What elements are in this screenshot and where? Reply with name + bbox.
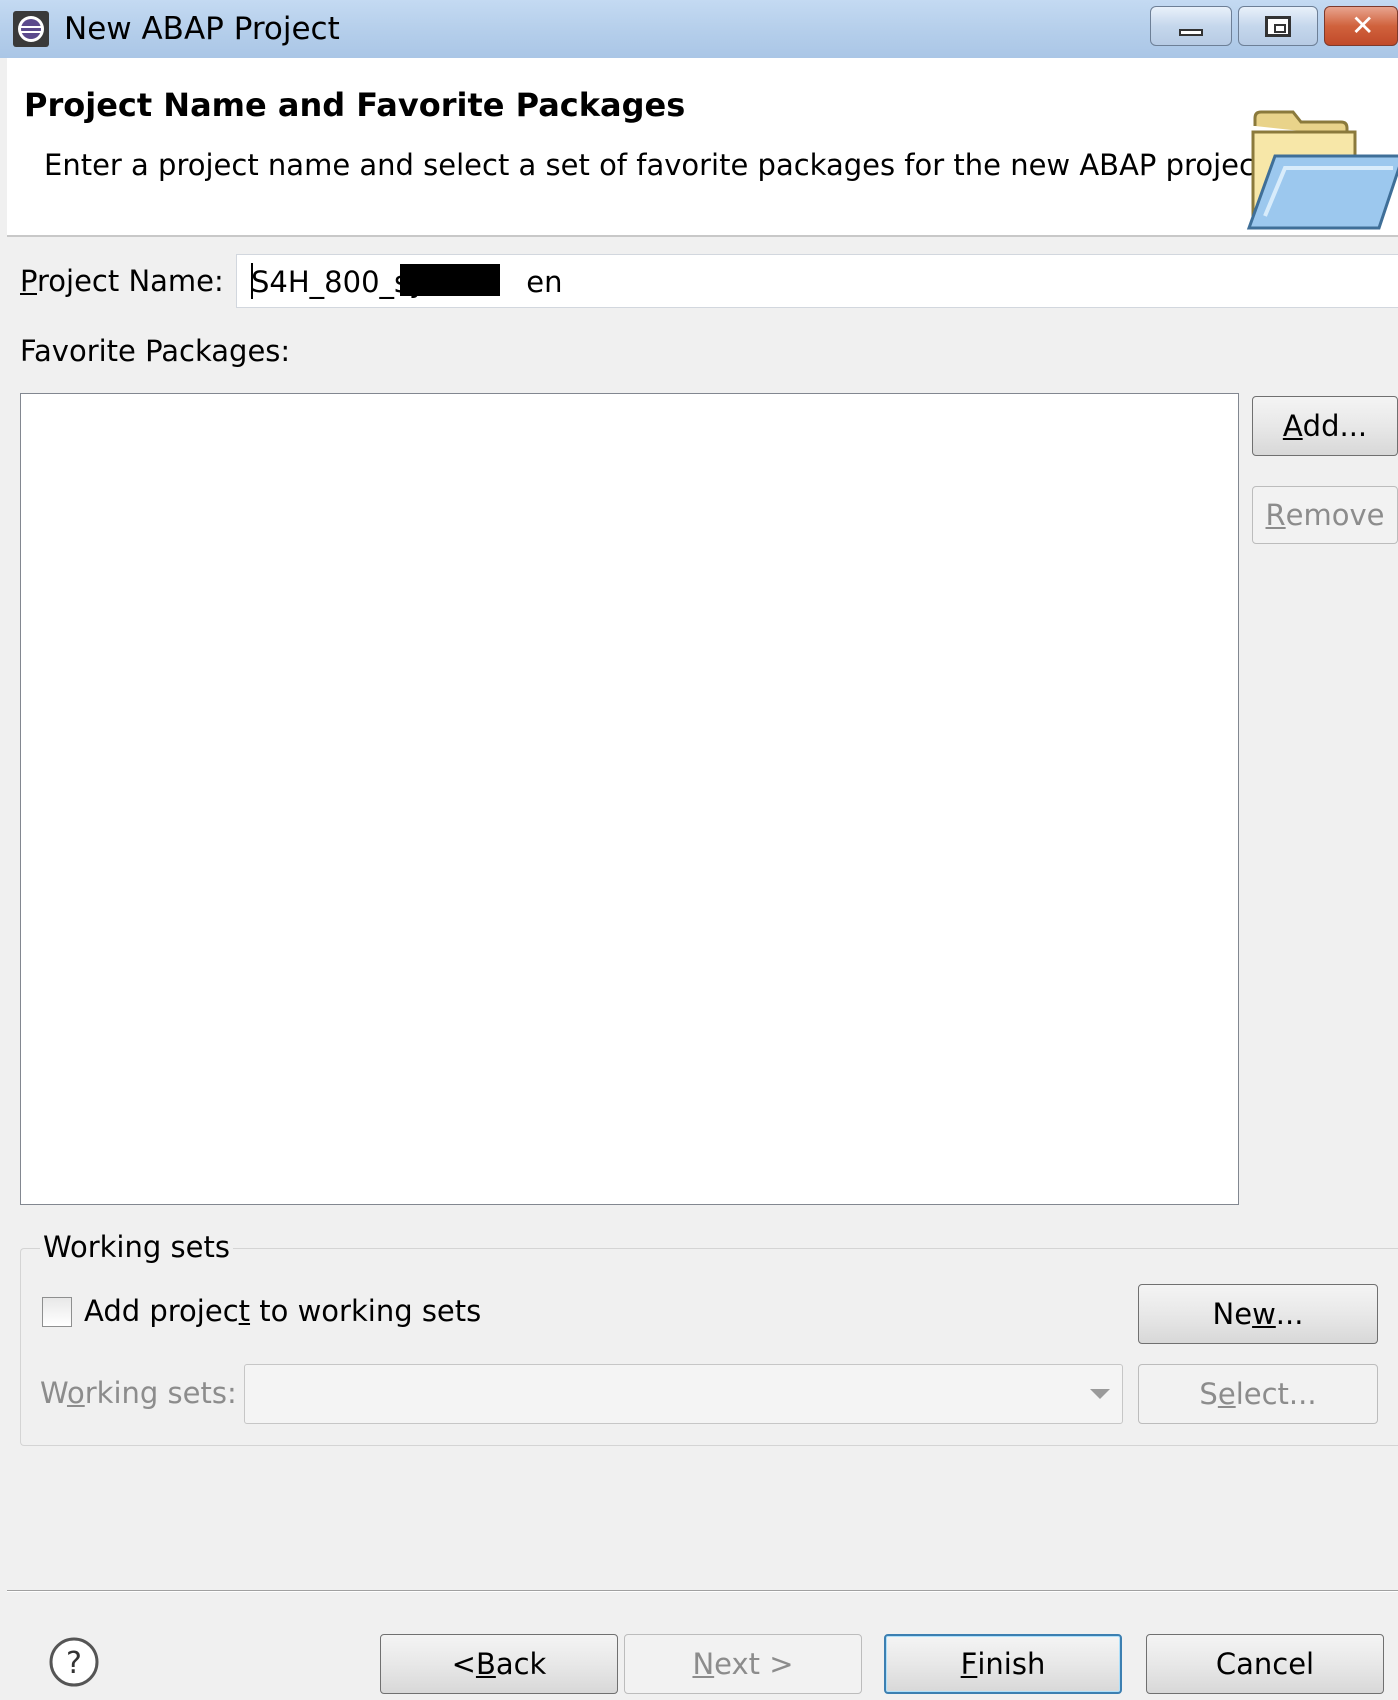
redaction-box (400, 264, 500, 296)
add-label: dd... (1302, 409, 1368, 443)
checkbox-mnemonic: t (238, 1294, 251, 1328)
wizard-header: Project Name and Favorite Packages Enter… (7, 58, 1398, 237)
working-sets-label: Working sets: (40, 1376, 237, 1410)
new-abap-project-dialog: New ABAP Project ✕ Project Name and Favo… (0, 0, 1398, 1700)
next-mnemonic: N (692, 1647, 715, 1681)
add-to-working-sets-label[interactable]: Add project to working sets (84, 1294, 481, 1328)
project-name-mnemonic: P (20, 264, 37, 298)
new-mnemonic: w (1252, 1297, 1276, 1331)
chevron-down-icon (1090, 1389, 1110, 1399)
maximize-button[interactable] (1238, 6, 1318, 46)
folder-icon (1246, 110, 1398, 230)
eclipse-icon (13, 11, 49, 47)
back-button[interactable]: < Back (380, 1634, 618, 1694)
finish-label-post: inish (977, 1647, 1046, 1681)
window-title: New ABAP Project (64, 11, 340, 47)
new-label-post: ... (1275, 1297, 1304, 1331)
select-label-pre: S (1199, 1377, 1218, 1411)
next-button[interactable]: Next > (624, 1634, 862, 1694)
project-name-label: Project Name: (20, 264, 224, 298)
working-sets-combo[interactable] (244, 1364, 1123, 1424)
favorite-packages-list[interactable] (20, 393, 1239, 1205)
back-label-post: ack (495, 1647, 547, 1681)
select-working-sets-button[interactable]: Select... (1138, 1364, 1378, 1424)
remove-mnemonic: R (1265, 498, 1286, 532)
maximize-icon (1265, 16, 1291, 37)
page-title: Project Name and Favorite Packages (24, 86, 686, 124)
new-working-set-button[interactable]: New... (1138, 1284, 1378, 1344)
minimize-icon (1179, 29, 1203, 36)
title-bar[interactable]: New ABAP Project ✕ (0, 0, 1398, 58)
finish-button[interactable]: Finish (884, 1634, 1122, 1694)
project-name-label-text: roject Name: (36, 264, 224, 298)
page-description: Enter a project name and select a set of… (44, 148, 1267, 182)
favorite-packages-label: Favorite Packages: (20, 334, 291, 368)
add-to-working-sets-checkbox[interactable] (42, 1297, 72, 1327)
minimize-button[interactable] (1150, 6, 1232, 46)
remove-label: emove (1285, 498, 1385, 532)
cancel-button[interactable]: Cancel (1146, 1634, 1384, 1694)
cancel-label: Cancel (1215, 1647, 1315, 1681)
checkbox-label-post: to working sets (250, 1294, 482, 1328)
select-label-post: lect... (1235, 1377, 1317, 1411)
footer-separator (7, 1590, 1398, 1592)
new-label-pre: Ne (1212, 1297, 1253, 1331)
add-package-button[interactable]: Add... (1252, 396, 1398, 456)
select-mnemonic: e (1217, 1377, 1236, 1411)
project-name-value-suffix: en (526, 265, 563, 299)
sets-mnemonic: o (66, 1376, 85, 1410)
sets-label-post: rking sets: (84, 1376, 237, 1410)
working-sets-group-title: Working sets (40, 1230, 233, 1264)
checkbox-label-pre: Add projec (84, 1294, 239, 1328)
text-caret (251, 263, 253, 299)
remove-package-button[interactable]: Remove (1252, 486, 1398, 544)
close-icon: ✕ (1351, 9, 1375, 42)
add-mnemonic: A (1282, 409, 1303, 443)
back-mnemonic: B (475, 1647, 496, 1681)
sets-label-pre: W (40, 1376, 67, 1410)
help-icon[interactable]: ? (48, 1636, 100, 1688)
next-label-post: ext > (714, 1647, 794, 1681)
close-button[interactable]: ✕ (1324, 6, 1398, 46)
back-label-pre: < (451, 1647, 476, 1681)
finish-mnemonic: F (960, 1647, 978, 1681)
help-glyph: ? (66, 1646, 82, 1681)
